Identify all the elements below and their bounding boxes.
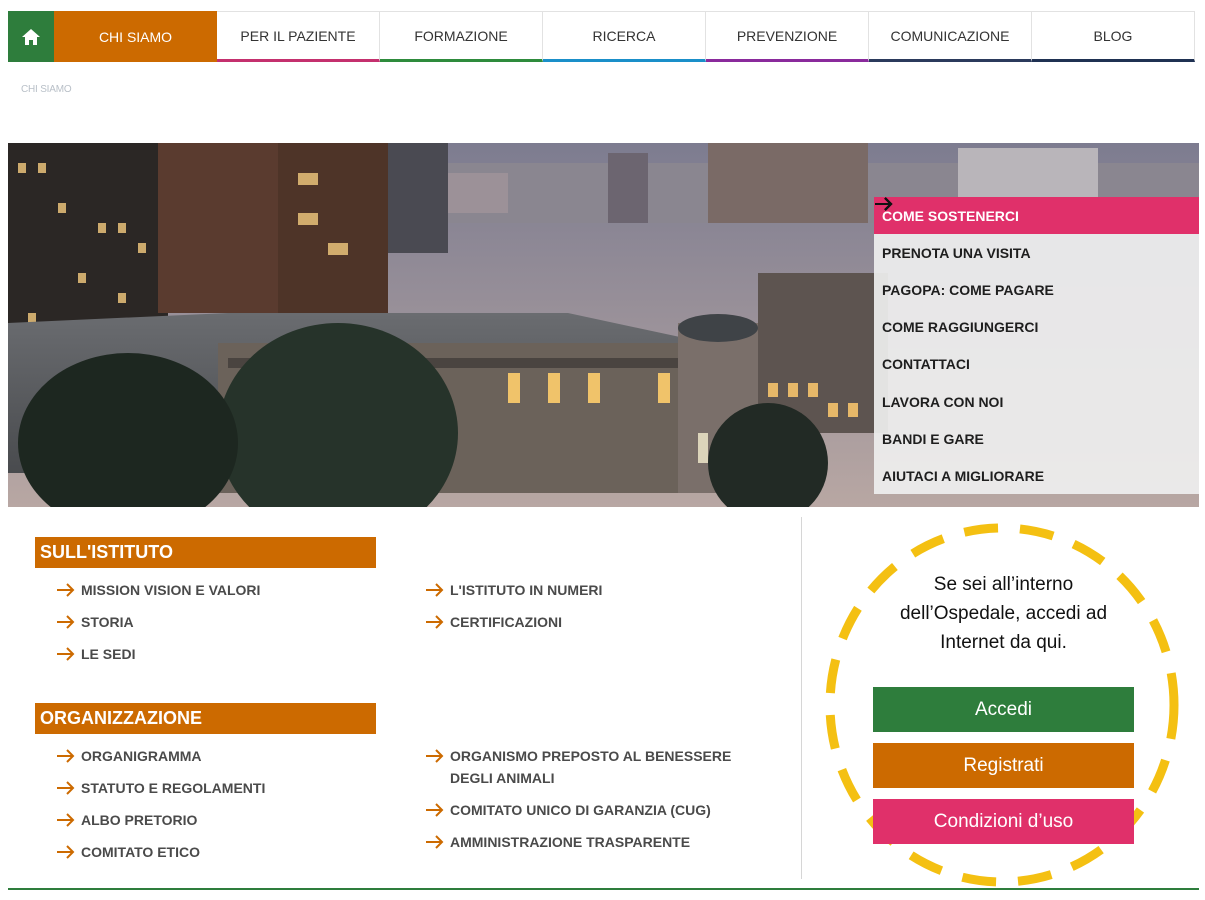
quick-links-panel: COME SOSTENERCI PRENOTA UNA VISITA PAGOP… [874,197,1199,494]
nav-chi-siamo[interactable]: CHI SIAMO [54,11,217,62]
quick-link-label: PAGOPA: COME PAGARE [882,281,1054,298]
nav-comunicazione[interactable]: COMUNICAZIONE [869,11,1032,62]
quick-link-bandi-e-gare[interactable]: BANDI E GARE [874,197,1199,457]
arrow-right-icon [57,781,75,795]
link-storia[interactable]: STORIA [56,614,134,633]
link-albo-pretorio[interactable]: ALBO PRETORIO [56,812,197,831]
link-le-sedi[interactable]: LE SEDI [56,646,135,665]
wifi-intro-text: Se sei all’interno dell’Ospedale, accedi… [873,570,1134,657]
link-label: ORGANIGRAMMA [81,748,202,764]
arrow-right-icon [426,803,444,817]
footer-divider [8,888,1199,890]
link-label: ORGANISMO PREPOSTO AL BENESSERE DEGLI AN… [450,748,732,786]
section-title-istituto: SULL'ISTITUTO [35,537,376,568]
nav-formazione[interactable]: FORMAZIONE [380,11,543,62]
arrow-right-icon [426,835,444,849]
nav-label: RICERCA [592,27,656,44]
link-label: CERTIFICAZIONI [450,614,562,630]
quick-link-label: CONTATTACI [882,356,970,373]
link-label: LE SEDI [81,646,136,662]
main-nav: CHI SIAMO PER IL PAZIENTE FORMAZIONE RIC… [8,11,1195,62]
nav-label: COMUNICAZIONE [890,27,1010,44]
quick-link-label: BANDI E GARE [882,430,984,447]
link-istituto-in-numeri[interactable]: L'ISTITUTO IN NUMERI [425,582,602,601]
wifi-intro-line: Internet da qui. [940,632,1067,653]
wifi-intro-line: dell’Ospedale, accedi ad [899,603,1108,624]
arrow-right-icon [426,615,444,629]
quick-link-label: COME RAGGIUNGERCI [882,319,1039,336]
login-button[interactable]: Accedi [873,687,1134,732]
arrow-right-icon [426,583,444,597]
link-certificazioni[interactable]: CERTIFICAZIONI [425,614,562,633]
breadcrumb[interactable]: CHI SIAMO [21,84,72,95]
quick-link-contattaci[interactable]: CONTATTACI [874,197,1199,383]
link-label: STORIA [81,614,134,630]
link-label: COMITATO ETICO [81,844,200,860]
arrow-right-icon [57,615,75,629]
quick-link-prenota-una-visita[interactable]: PRENOTA UNA VISITA [874,197,1199,271]
arrow-right-icon [57,647,75,661]
home-button[interactable] [8,11,54,62]
nav-label: PER IL PAZIENTE [240,27,356,44]
quick-link-lavora-con-noi[interactable]: LAVORA CON NOI [874,197,1199,420]
link-mission-vision-valori[interactable]: MISSION VISION E VALORI [56,582,260,601]
section-title-organizzazione: ORGANIZZAZIONE [35,703,376,734]
quick-link-pagopa[interactable]: PAGOPA: COME PAGARE [874,197,1199,308]
register-button[interactable]: Registrati [873,743,1134,788]
link-comitato-etico[interactable]: COMITATO ETICO [56,844,200,863]
link-organigramma[interactable]: ORGANIGRAMMA [56,748,202,767]
nav-ricerca[interactable]: RICERCA [543,11,706,62]
arrow-right-icon [57,813,75,827]
arrow-right-icon [57,845,75,859]
column-divider [801,517,802,879]
quick-link-come-sostenerci[interactable]: COME SOSTENERCI [874,197,1199,235]
link-label: L'ISTITUTO IN NUMERI [450,582,603,598]
link-statuto-regolamenti[interactable]: STATUTO E REGOLAMENTI [56,780,265,799]
nav-blog[interactable]: BLOG [1032,11,1195,62]
home-icon [22,28,40,45]
quick-link-label: AIUTACI A MIGLIORARE [882,467,1045,484]
quick-link-aiutaci-a-migliorare[interactable]: AIUTACI A MIGLIORARE [874,197,1199,494]
link-label: MISSION VISION E VALORI [81,582,261,598]
quick-link-come-raggiungerci[interactable]: COME RAGGIUNGERCI [874,197,1199,346]
link-label: COMITATO UNICO DI GARANZIA (CUG) [450,802,711,818]
link-label: STATUTO E REGOLAMENTI [81,780,266,796]
quick-link-label: COME SOSTENERCI [882,207,1019,224]
arrow-right-icon [426,749,444,763]
nav-prevenzione[interactable]: PREVENZIONE [706,11,869,62]
nav-label: PREVENZIONE [736,27,838,44]
arrow-right-icon [57,749,75,763]
nav-per-il-paziente[interactable]: PER IL PAZIENTE [217,11,380,62]
hero-image: COME SOSTENERCI PRENOTA UNA VISITA PAGOP… [8,143,1199,507]
arrow-right-icon [57,583,75,597]
nav-label: CHI SIAMO [98,28,173,45]
nav-label: FORMAZIONE [414,27,508,44]
quick-link-label: PRENOTA UNA VISITA [882,244,1031,261]
quick-link-label: LAVORA CON NOI [882,393,1004,410]
link-label: ALBO PRETORIO [81,812,198,828]
link-label: AMMINISTRAZIONE TRASPARENTE [450,834,691,850]
arrow-right-icon [875,197,893,211]
nav-label: BLOG [1093,27,1133,44]
terms-button[interactable]: Condizioni d’uso [873,799,1134,844]
wifi-intro-line: Se sei all’interno [933,574,1074,595]
link-cug[interactable]: COMITATO UNICO DI GARANZIA (CUG) [425,802,711,821]
link-benessere-animali[interactable]: ORGANISMO PREPOSTO AL BENESSERE DEGLI AN… [425,748,735,789]
link-amministrazione-trasparente[interactable]: AMMINISTRAZIONE TRASPARENTE [425,834,690,853]
